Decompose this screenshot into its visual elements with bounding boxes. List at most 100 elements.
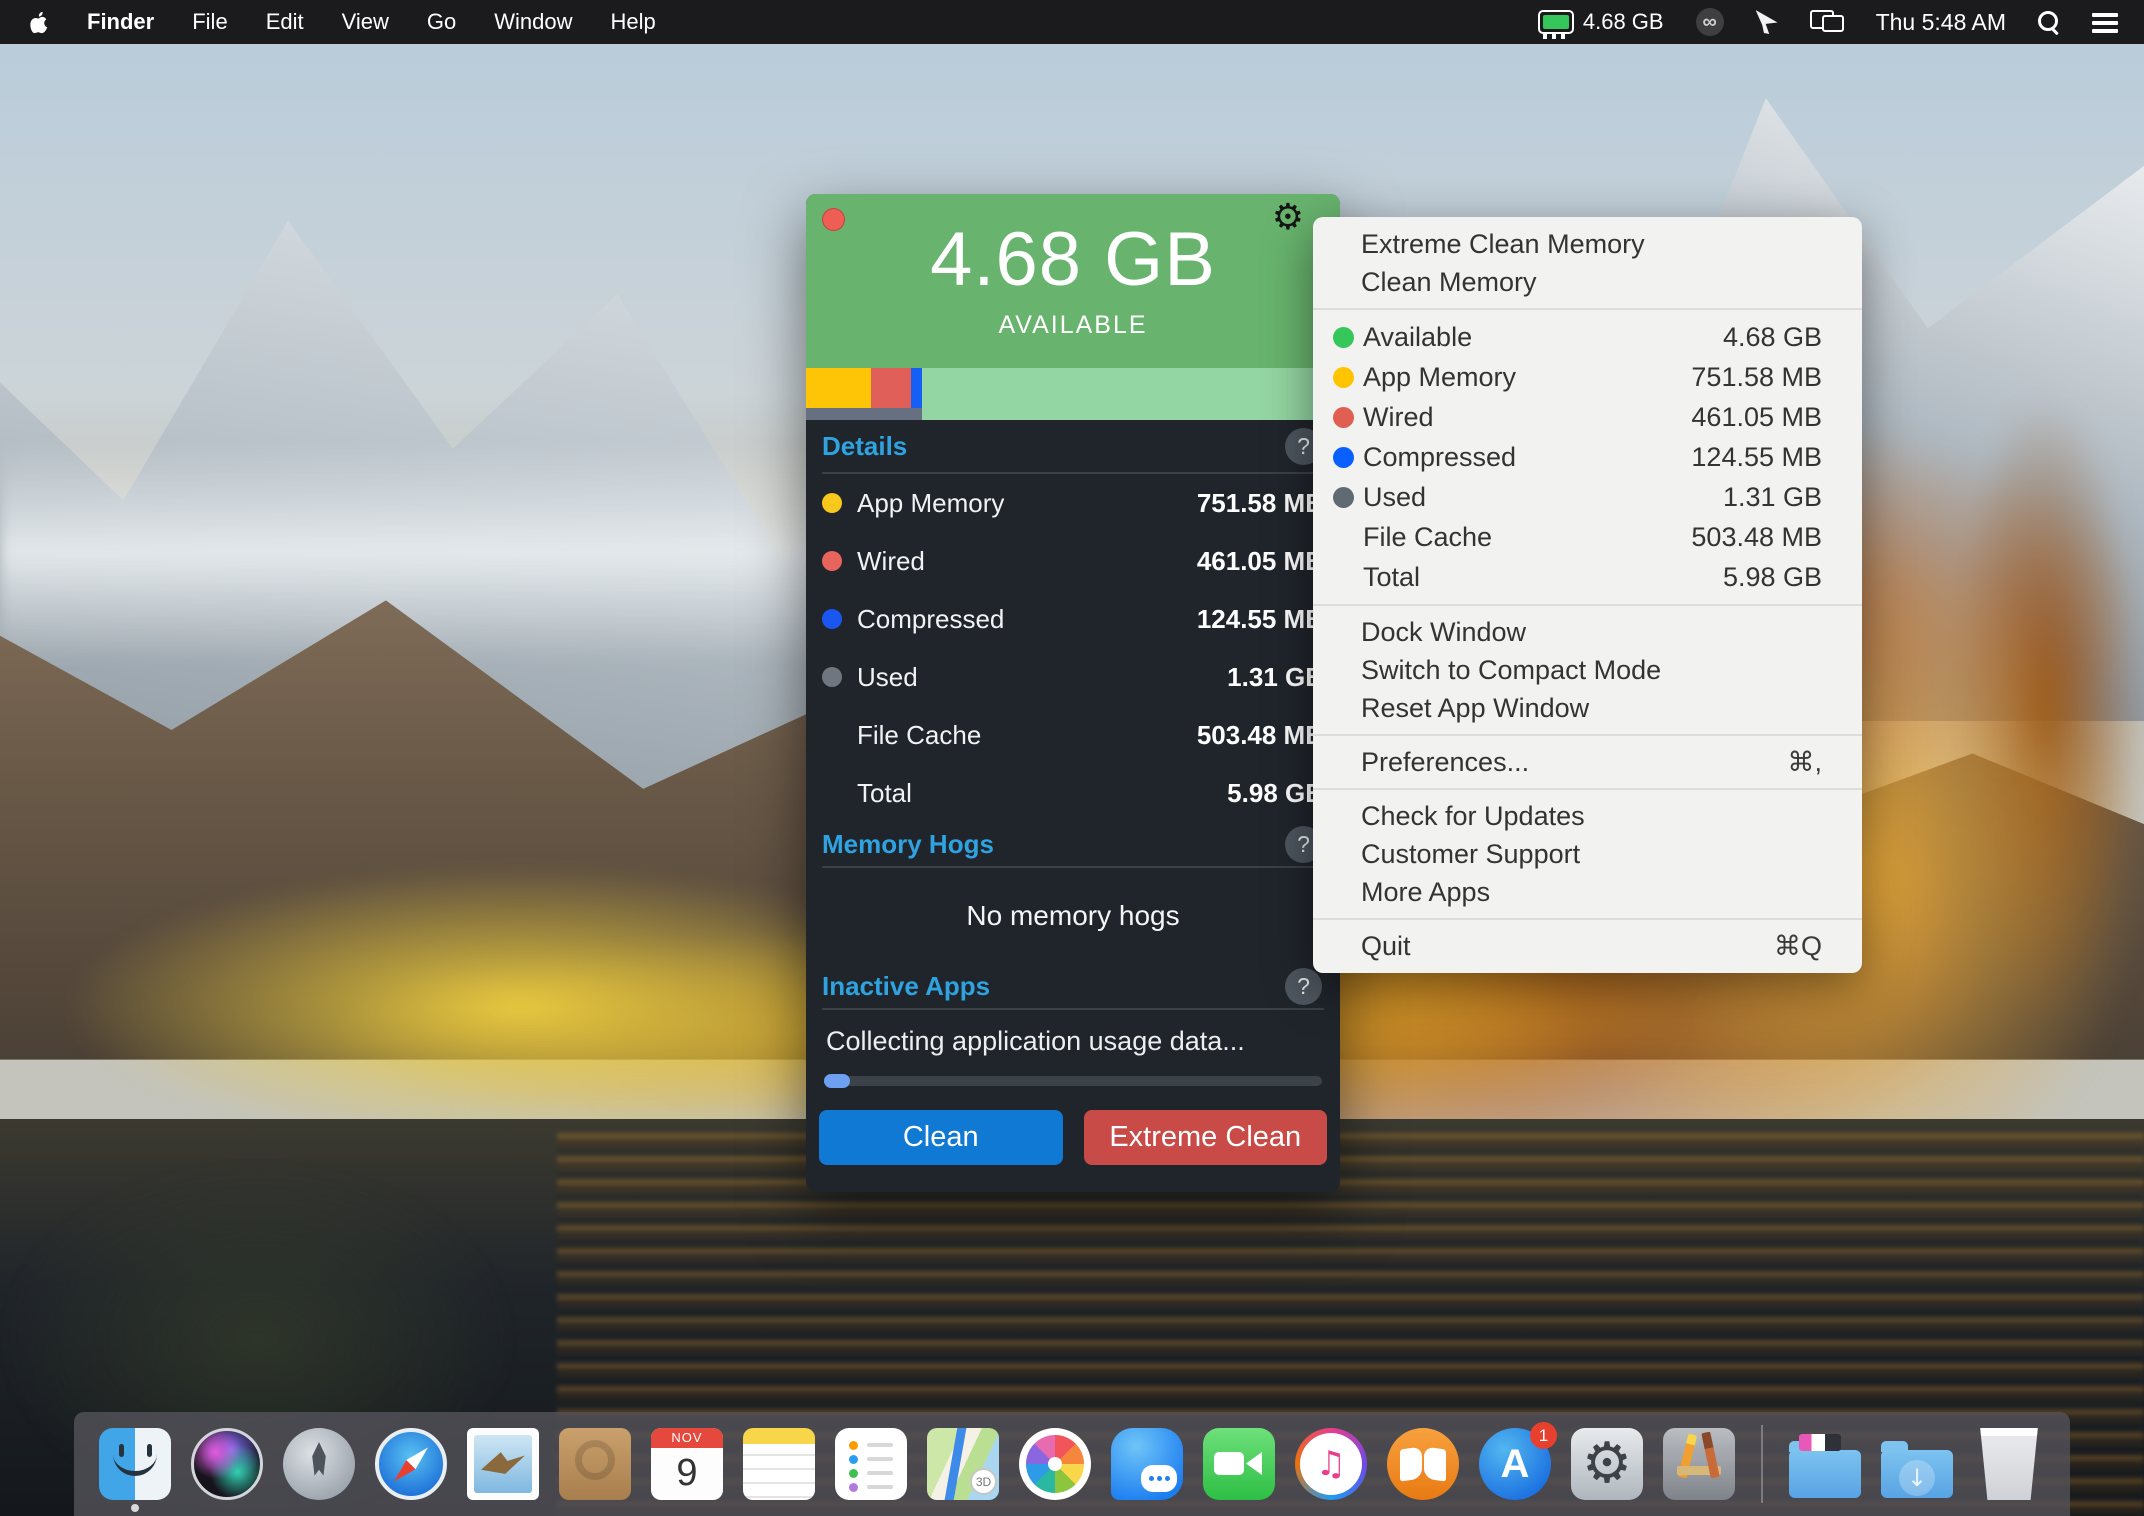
memory-hogs-title: Memory Hogs [822,829,994,860]
dock-trash-icon[interactable] [1973,1428,2045,1500]
menu-item-check-for-updates[interactable]: Check for Updates [1313,797,1862,835]
menu-item-dock-window[interactable]: Dock Window [1313,613,1862,651]
detail-label: Wired [857,546,925,577]
preferences-shortcut: ⌘, [1787,747,1822,778]
stat-label: File Cache [1363,522,1492,553]
menu-stat-file-cache: File Cache 503.48 MB [1313,517,1862,557]
used-dot [822,667,842,687]
stat-label: Compressed [1363,442,1516,473]
available-memory-label: AVAILABLE [806,311,1340,340]
stat-value: 461.05 MB [1691,402,1822,433]
menu-item-window[interactable]: Window [494,9,572,35]
action-buttons: Clean Extreme Clean [806,1110,1340,1165]
stat-label: Used [1363,482,1426,513]
app-memory-dot [822,493,842,513]
dock-maps-icon[interactable]: 3D [927,1428,999,1500]
menu-item-quit[interactable]: Quit ⌘Q [1313,927,1862,965]
details-section-header: Details ? [806,420,1340,472]
inactive-apps-section-header: Inactive Apps ? [806,964,1340,1008]
stat-label: Wired [1363,402,1434,433]
menu-item-edit[interactable]: Edit [266,9,304,35]
dock-documents-folder-icon[interactable] [1789,1450,1861,1498]
dock-system-preferences-icon[interactable] [1571,1428,1643,1500]
clean-button[interactable]: Clean [819,1110,1063,1165]
menu-item-clean-memory[interactable]: Clean Memory [1313,263,1862,301]
dock-reminders-icon[interactable] [835,1428,907,1500]
gear-menu-button[interactable]: ⚙ [1272,196,1304,240]
dock-drafting-tools-app-icon[interactable] [1663,1428,1735,1500]
dock-messages-icon[interactable] [1111,1428,1183,1500]
dock-siri-icon[interactable] [191,1428,263,1500]
menu-separator [1313,604,1862,606]
stat-value: 503.48 MB [1691,522,1822,553]
detail-value: 124.55 MB [1197,604,1324,635]
dock-app-store-icon[interactable]: 1 [1479,1428,1551,1500]
calendar-month-label: NOV [651,1428,723,1448]
detail-row-total: Total 5.98 GB [806,764,1340,822]
progress-thumb [824,1074,850,1088]
menu-item-file[interactable]: File [192,9,227,35]
displays-icon[interactable] [1810,10,1844,34]
memory-usage-bar [806,368,1340,420]
dock-downloads-folder-icon[interactable]: ↓ [1881,1450,1953,1498]
app-memory-segment [806,368,871,408]
messages-mini-bubble [1141,1465,1177,1492]
detail-label: Used [857,662,918,693]
inactive-apps-title: Inactive Apps [822,971,990,1002]
stat-label: Total [1363,562,1420,593]
itunes-note-glyph: ♫ [1295,1428,1367,1500]
dock-contacts-icon[interactable] [559,1428,631,1500]
stat-value: 751.58 MB [1691,362,1822,393]
memory-chip-icon [1538,10,1574,34]
extreme-clean-button[interactable]: Extreme Clean [1084,1110,1328,1165]
detail-row-file-cache: File Cache 503.48 MB [806,706,1340,764]
menu-item-go[interactable]: Go [427,9,456,35]
menu-item-reset-app-window[interactable]: Reset App Window [1313,689,1862,727]
finder-running-indicator [131,1504,139,1512]
notification-center-icon[interactable] [2092,13,2118,17]
screen-recorder-icon[interactable] [1756,10,1778,34]
menu-item-customer-support[interactable]: Customer Support [1313,835,1862,873]
details-title: Details [822,431,907,462]
detail-label: Total [857,778,912,809]
apple-menu-icon[interactable] [30,11,49,34]
dock-facetime-icon[interactable] [1203,1428,1275,1500]
stat-label: App Memory [1363,362,1516,393]
stat-label: Available [1363,322,1472,353]
menu-item-extreme-clean-memory[interactable]: Extreme Clean Memory [1313,225,1862,263]
menu-separator [1313,918,1862,920]
creative-cloud-icon[interactable]: ∞ [1696,8,1724,36]
dock-photos-icon[interactable] [1019,1428,1091,1500]
memory-status-text: 4.68 GB [1583,9,1664,35]
dock-safari-icon[interactable] [375,1428,447,1500]
memory-status-item[interactable]: 4.68 GB [1538,9,1664,35]
dock-ibooks-icon[interactable] [1387,1428,1459,1500]
inactive-apps-help-button[interactable]: ? [1285,968,1322,1005]
menu-item-view[interactable]: View [342,9,389,35]
quit-shortcut: ⌘Q [1774,931,1822,962]
menu-item-finder[interactable]: Finder [87,9,154,35]
spotlight-search-icon[interactable] [2038,11,2060,33]
detail-value: 503.48 MB [1197,720,1324,751]
menu-item-preferences[interactable]: Preferences... ⌘, [1313,743,1862,781]
menu-bar-clock[interactable]: Thu 5:48 AM [1876,9,2006,36]
menu-separator [1313,788,1862,790]
window-header: ⚙ 4.68 GB AVAILABLE [806,194,1340,368]
dock-launchpad-icon[interactable] [283,1428,355,1500]
dock-calendar-icon[interactable]: NOV 9 [651,1428,723,1500]
used-dot [1333,487,1354,508]
menu-item-help[interactable]: Help [611,9,656,35]
app-memory-dot [1333,367,1354,388]
detail-label: Compressed [857,604,1004,635]
dock-finder-icon[interactable] [99,1428,171,1500]
menu-stat-available: Available 4.68 GB [1313,317,1862,357]
menu-item-more-apps[interactable]: More Apps [1313,873,1862,911]
collection-progress-bar [824,1076,1322,1086]
downloads-arrow-glyph: ↓ [1899,1460,1935,1496]
dock-notes-icon[interactable] [743,1428,815,1500]
dock-mail-icon[interactable] [467,1428,539,1500]
menu-item-switch-compact-mode[interactable]: Switch to Compact Mode [1313,651,1862,689]
detail-value: 1.31 GB [1227,662,1324,693]
close-button[interactable] [822,208,845,231]
dock-itunes-icon[interactable]: ♫ [1295,1428,1367,1500]
